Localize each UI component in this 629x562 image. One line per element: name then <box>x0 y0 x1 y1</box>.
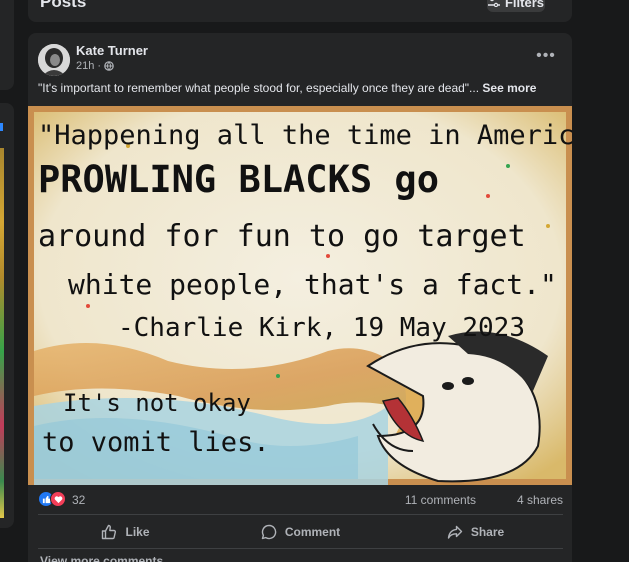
post-caption: "It's important to remember what people … <box>38 81 536 95</box>
thumbs-up-icon <box>102 524 117 540</box>
comments-count[interactable]: 11 comments <box>405 493 476 507</box>
divider <box>38 514 563 515</box>
post-card: Kate Turner 21h · ••• "It's important to… <box>28 33 572 562</box>
shares-count[interactable]: 4 shares <box>517 493 563 507</box>
post-meta: 21h · <box>76 60 114 72</box>
more-options-button[interactable]: ••• <box>534 45 558 67</box>
divider <box>38 548 563 549</box>
author-name[interactable]: Kate Turner <box>76 43 148 58</box>
filters-icon <box>487 0 500 7</box>
share-button[interactable]: Share <box>388 518 563 546</box>
filters-button[interactable]: Filters <box>487 0 545 12</box>
left-panel-thumbnail[interactable] <box>0 148 4 518</box>
comment-button[interactable]: Comment <box>213 518 388 546</box>
left-panel-top <box>0 0 14 90</box>
share-label: Share <box>470 525 505 539</box>
share-icon <box>447 525 463 539</box>
post-image[interactable]: "Happening all the time in America, PROW… <box>28 106 572 485</box>
avatar[interactable] <box>38 44 70 76</box>
view-more-comments-link[interactable]: View more comments <box>40 554 163 562</box>
see-more-link[interactable]: See more <box>482 81 536 95</box>
reaction-count[interactable]: 32 <box>72 493 85 507</box>
globe-icon <box>104 61 114 71</box>
meta-separator: · <box>97 60 102 72</box>
more-icon: ••• <box>536 47 556 64</box>
image-quote-line-4: white people, that's a fact." <box>68 268 557 301</box>
image-tagline-line-2: to vomit lies. <box>42 427 270 458</box>
filters-label: Filters <box>504 0 544 10</box>
like-button[interactable]: Like <box>38 518 213 546</box>
comment-label: Comment <box>284 525 341 539</box>
post-actions: Like Comment Share <box>38 518 563 546</box>
caption-text: "It's important to remember what people … <box>38 81 480 95</box>
comment-icon <box>261 524 277 540</box>
left-panel <box>0 103 14 528</box>
posts-header: Posts Filters <box>28 0 572 22</box>
image-tagline-line-1: It's not okay <box>63 389 251 417</box>
love-reaction-icon <box>50 491 66 507</box>
like-label: Like <box>125 525 150 539</box>
image-quote-line-3: around for fun to go target <box>38 219 526 254</box>
post-time[interactable]: 21h <box>76 60 94 72</box>
reaction-icons[interactable] <box>38 491 66 507</box>
reactions-row: 32 11 comments 4 shares <box>38 491 563 509</box>
image-quote-line-1: "Happening all the time in America, <box>38 120 572 151</box>
selection-marker <box>0 123 3 131</box>
image-quote-line-2: PROWLING BLACKS go <box>38 158 439 201</box>
image-quote-line-5: -Charlie Kirk, 19 May 2023 <box>118 313 525 343</box>
posts-title: Posts <box>40 0 87 11</box>
